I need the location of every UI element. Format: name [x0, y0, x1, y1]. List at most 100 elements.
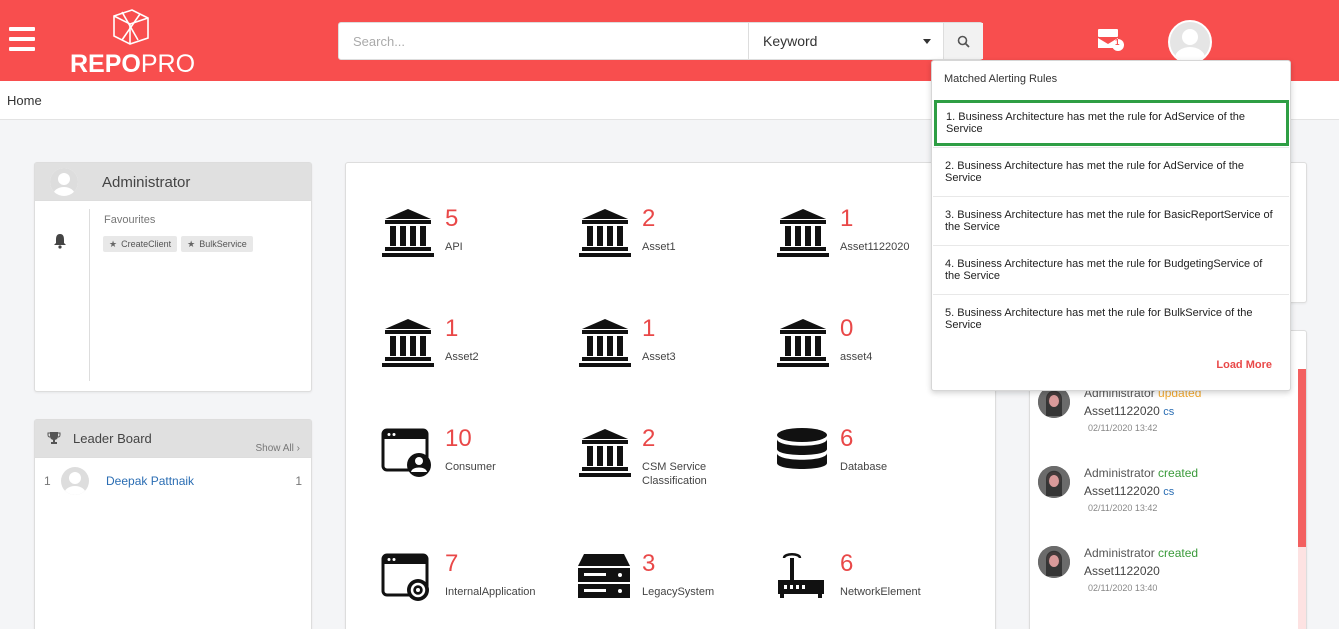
- asset-label: API: [445, 241, 463, 253]
- institution-icon: [382, 319, 434, 367]
- avatar: [61, 467, 89, 495]
- activity-asset[interactable]: Asset1122020: [1084, 564, 1160, 578]
- breadcrumb-home[interactable]: Home: [7, 93, 42, 108]
- asset-type-tile[interactable]: 3 LegacySystem: [578, 550, 768, 610]
- leader-board-title: Leader Board: [73, 431, 152, 446]
- institution-icon: [777, 209, 829, 257]
- leader-rank: 1: [44, 474, 51, 488]
- show-all-link[interactable]: Show All ›: [256, 443, 300, 454]
- activity-time: 02/11/2020 13:40: [1088, 583, 1158, 593]
- activity-scrollbar-thumb[interactable]: [1298, 369, 1306, 547]
- admin-card-header: Administrator: [35, 163, 311, 201]
- activity-user: Administrator: [1084, 546, 1155, 560]
- favourites-list: ★ CreateClient ★ BulkService: [103, 236, 253, 252]
- activity-asset[interactable]: Asset1122020: [1084, 404, 1160, 418]
- avatar: [1038, 466, 1070, 498]
- institution-icon: [777, 319, 829, 367]
- browser-gear-icon: [381, 553, 429, 601]
- search-mode-select[interactable]: Keyword: [748, 23, 943, 59]
- asset-label: InternalApplication: [445, 586, 536, 598]
- favourite-tag-label: BulkService: [199, 239, 247, 249]
- search-input[interactable]: [339, 23, 748, 59]
- asset-label: CSM Service Classification: [642, 461, 707, 487]
- chevron-right-icon: ›: [296, 443, 300, 454]
- asset-count: 10: [445, 425, 472, 452]
- database-icon: [777, 428, 827, 469]
- admin-card-body: Favourites ★ CreateClient ★ BulkService: [35, 201, 311, 384]
- repopro-logo[interactable]: REPOPRO: [70, 6, 196, 78]
- leader-row: 1 Deepak Pattnaik 1: [35, 465, 311, 495]
- asset-count: 5: [445, 205, 459, 232]
- activity-verb: created: [1158, 546, 1199, 560]
- divider: [89, 209, 90, 381]
- asset-type-tile[interactable]: 2 CSM Service Classification: [578, 425, 768, 487]
- asset-label: NetworkElement: [840, 586, 921, 598]
- asset-type-tile[interactable]: 5 API: [381, 205, 571, 265]
- asset-type-tile[interactable]: 7 InternalApplication: [381, 550, 571, 610]
- search-mode-value: Keyword: [763, 33, 818, 49]
- activity-verb: created: [1158, 466, 1199, 480]
- load-more-link[interactable]: Load More: [1216, 359, 1272, 371]
- asset-types-panel: 5 API 2 Asset1 1 Asset1122020 1 Asset2 1…: [345, 162, 996, 629]
- leader-score: 1: [295, 474, 302, 488]
- browser-user-icon: [381, 428, 431, 477]
- activity-asset[interactable]: Asset1122020: [1084, 484, 1160, 498]
- alert-item[interactable]: 2. Business Architecture has met the rul…: [933, 147, 1289, 196]
- asset-count: 2: [642, 205, 656, 232]
- favourite-tag-label: CreateClient: [121, 239, 172, 249]
- alert-item[interactable]: 4. Business Architecture has met the rul…: [933, 245, 1289, 294]
- logo-text-light: PRO: [140, 50, 196, 78]
- asset-type-tile[interactable]: 10 Consumer: [381, 425, 571, 485]
- asset-type-tile[interactable]: 6 NetworkElement: [776, 550, 966, 610]
- envelope-alert-icon: [1098, 29, 1124, 51]
- institution-icon: [579, 209, 631, 257]
- asset-type-tile[interactable]: 6 Database: [776, 425, 966, 485]
- activity-ref[interactable]: cs: [1163, 486, 1174, 498]
- search-bar: Keyword: [338, 22, 983, 60]
- asset-count: 1: [642, 315, 656, 342]
- alert-item[interactable]: 1. Business Architecture has met the rul…: [934, 100, 1289, 146]
- cube-icon: [113, 9, 149, 45]
- activity-target: Asset1122020 cs: [1084, 404, 1174, 418]
- activity-item: Administrator created Asset1122020 cs 02…: [1038, 466, 1293, 536]
- alert-item[interactable]: 5. Business Architecture has met the rul…: [933, 294, 1289, 343]
- menu-icon[interactable]: [9, 27, 35, 53]
- trophy-icon: [47, 432, 61, 444]
- activity-summary: Administrator created: [1084, 466, 1198, 480]
- activity-target: Asset1122020 cs: [1084, 484, 1174, 498]
- search-button[interactable]: [943, 23, 983, 59]
- activity-ref[interactable]: cs: [1163, 406, 1174, 418]
- avatar: [50, 168, 78, 196]
- avatar: [1038, 546, 1070, 578]
- asset-type-tile[interactable]: 1 Asset2: [381, 315, 571, 375]
- institution-icon: [579, 319, 631, 367]
- bell-icon[interactable]: [53, 233, 67, 249]
- alerts-dropdown-title: Matched Alerting Rules: [944, 73, 1058, 85]
- search-icon: [957, 35, 970, 48]
- institution-icon: [382, 209, 434, 257]
- admin-profile-card: Administrator Favourites ★ CreateClient ★…: [34, 162, 312, 392]
- user-avatar[interactable]: [1168, 20, 1212, 64]
- asset-type-tile[interactable]: 1 Asset3: [578, 315, 768, 375]
- activity-time: 02/11/2020 13:42: [1088, 503, 1158, 513]
- favourite-tag[interactable]: ★ BulkService: [181, 236, 253, 252]
- asset-count: 1: [445, 315, 459, 342]
- activity-item: Administrator updated Asset1122020 cs 02…: [1038, 386, 1293, 456]
- alert-notification-button[interactable]: 1: [1097, 28, 1127, 54]
- asset-count: 6: [840, 550, 854, 577]
- alert-item[interactable]: 3. Business Architecture has met the rul…: [933, 196, 1289, 245]
- user-silhouette-icon: [64, 472, 86, 495]
- alert-item-text: 3. Business Architecture has met the rul…: [945, 209, 1273, 233]
- asset-count: 1: [840, 205, 854, 232]
- leader-board-card: Leader Board Show All › 1 Deepak Pattnai…: [34, 419, 312, 629]
- activity-user: Administrator: [1084, 466, 1155, 480]
- admin-name[interactable]: Administrator: [102, 174, 190, 191]
- notification-count: 1: [1115, 38, 1120, 47]
- activity-summary: Administrator created: [1084, 546, 1198, 560]
- asset-count: 6: [840, 425, 854, 452]
- alert-item-text: 1. Business Architecture has met the rul…: [946, 111, 1245, 135]
- alert-item-text: 4. Business Architecture has met the rul…: [945, 258, 1263, 282]
- leader-name[interactable]: Deepak Pattnaik: [106, 474, 194, 488]
- favourite-tag[interactable]: ★ CreateClient: [103, 236, 178, 252]
- asset-type-tile[interactable]: 2 Asset1: [578, 205, 768, 265]
